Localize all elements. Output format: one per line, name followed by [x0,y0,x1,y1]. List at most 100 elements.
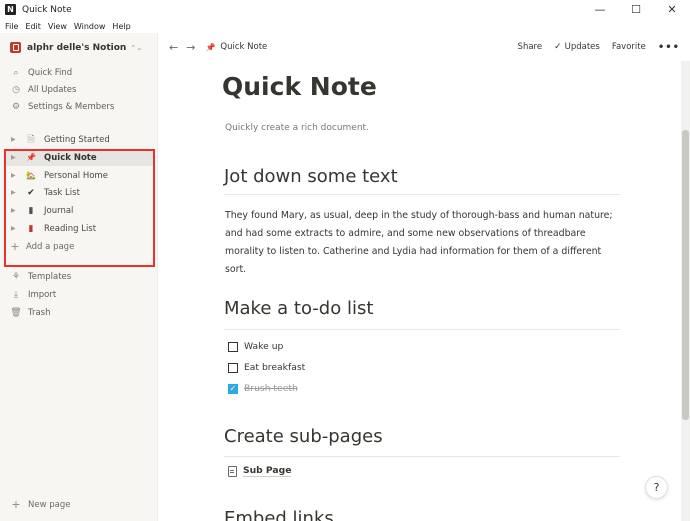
heading-subpages[interactable]: Create sub-pages [224,426,383,447]
trash-icon: 🗑 [10,308,22,318]
clock-icon: ◷ [12,85,20,95]
maximize-button[interactable]: ☐ [618,0,654,19]
todo-label[interactable]: Brush teeth [244,383,298,394]
page-icon [228,465,237,477]
sidebar-item-label: Quick Find [28,68,73,78]
menu-view[interactable]: View [48,22,67,31]
sidebar-page-journal[interactable]: ▶ ▮ Journal [4,202,154,219]
sidebar-page-getting-started[interactable]: ▶ 🗎 Getting Started [4,131,154,148]
heading-divider [224,329,620,330]
close-button[interactable]: ✕ [654,0,690,19]
sidebar: alphr delle's Notion ⌃⌄ ⌕ Quick Find ◷ A… [0,33,158,521]
subpage-link[interactable]: Sub Page [228,465,292,477]
expand-triangle-icon[interactable]: ▶ [11,154,19,161]
sidebar-item-all-updates[interactable]: ◷ All Updates [10,82,76,98]
sidebar-item-settings[interactable]: ⚙ Settings & Members [10,99,114,115]
todo-checkbox[interactable] [228,362,238,373]
sidebar-page-reading-list[interactable]: ▶ ▮ Reading List [4,220,154,237]
breadcrumb[interactable]: Quick Note [220,42,267,52]
sidebar-page-label: Task List [44,187,80,198]
page-title[interactable]: Quick Note [222,72,377,101]
sidebar-item-templates[interactable]: ⚘ Templates [10,269,71,285]
favorite-button[interactable]: Favorite [612,42,646,52]
menu-help[interactable]: Help [112,22,130,31]
search-icon: ⌕ [13,68,19,78]
plus-icon: + [10,240,20,253]
expand-triangle-icon[interactable]: ▶ [11,172,19,179]
todo-item-wake-up: Wake up [228,341,283,352]
sidebar-page-label: Journal [44,205,74,216]
sidebar-item-trash[interactable]: 🗑 Trash [10,305,50,321]
workspace-switcher[interactable]: alphr delle's Notion ⌃⌄ [10,42,142,53]
templates-icon: ⚘ [11,272,21,282]
checkmark-icon: ✔ [27,187,35,198]
notion-app-icon: N [5,4,16,15]
sidebar-item-import[interactable]: ⤓ Import [10,287,56,303]
pushpin-icon: 📌 [26,153,36,162]
sidebar-item-label: Trash [28,308,51,318]
window-title: Quick Note [22,4,72,15]
topbar-actions: Share ✓ Updates Favorite ••• [518,33,690,61]
sidebar-item-label: All Updates [28,85,77,95]
scrollbar-thumb[interactable] [682,130,689,420]
window-title-bar: N Quick Note — ☐ ✕ [0,0,690,19]
plus-icon: + [11,498,21,511]
todo-checkbox[interactable] [228,341,238,352]
pushpin-icon: 📌 [205,42,216,52]
sidebar-item-label: Templates [28,272,72,282]
page-topbar: ← → 📌 Quick Note Share ✓ Updates Favorit… [158,33,690,61]
expand-triangle-icon[interactable]: ▶ [11,207,19,214]
sidebar-page-quick-note[interactable]: ▶ 📌 Quick Note [4,149,154,166]
sidebar-page-label: Quick Note [44,152,97,163]
back-arrow-icon[interactable]: ← [169,41,178,54]
page-subtitle[interactable]: Quickly create a rich document. [225,123,369,133]
sidebar-add-page[interactable]: + Add a page [4,238,154,255]
sidebar-page-label: Reading List [44,223,97,234]
sidebar-page-label: Getting Started [44,134,110,145]
sidebar-item-label: Settings & Members [28,102,115,112]
sidebar-item-quick-find[interactable]: ⌕ Quick Find [10,65,72,81]
import-icon: ⤓ [14,290,18,300]
heading-todo[interactable]: Make a to-do list [224,298,373,319]
share-button[interactable]: Share [518,42,543,52]
heading-jot-text[interactable]: Jot down some text [224,166,398,187]
todo-item-eat-breakfast: Eat breakfast [228,362,305,373]
menu-file[interactable]: File [5,22,18,31]
heading-divider [224,456,620,457]
todo-label[interactable]: Wake up [244,341,283,352]
gear-icon: ⚙ [11,102,21,112]
updates-label: Updates [564,42,600,52]
page-icon: 🗎 [27,134,35,145]
help-button[interactable]: ? [645,476,668,499]
sidebar-page-task-list[interactable]: ▶ ✔ Task List [4,184,154,201]
menu-window[interactable]: Window [74,22,106,31]
sidebar-item-label: Import [28,290,57,300]
more-options-icon[interactable]: ••• [658,42,680,53]
sidebar-page-personal-home[interactable]: ▶ 🏡 Personal Home [4,167,154,184]
updates-button[interactable]: ✓ Updates [554,42,600,52]
todo-label[interactable]: Eat breakfast [244,362,305,373]
journal-icon: ▮ [28,205,34,216]
workspace-name: alphr delle's Notion [27,42,127,53]
todo-checkbox-checked[interactable]: ✓ [228,383,238,394]
expand-triangle-icon[interactable]: ▶ [11,189,19,196]
checkmark-icon: ✓ [554,42,562,52]
book-icon: ▮ [28,223,34,234]
house-icon: 🏡 [26,171,36,180]
new-page-button[interactable]: + New page [10,498,70,511]
expand-triangle-icon[interactable]: ▶ [11,225,19,232]
expand-triangle-icon[interactable]: ▶ [11,136,19,143]
todo-item-brush-teeth: ✓ Brush teeth [228,383,298,394]
heading-divider [224,194,620,195]
minimize-button[interactable]: — [582,0,618,19]
menu-edit[interactable]: Edit [25,22,41,31]
forward-arrow-icon[interactable]: → [186,41,195,54]
menu-bar: File Edit View Window Help [0,19,690,33]
new-page-label: New page [28,499,71,510]
workspace-icon [10,42,21,53]
subpage-label: Sub Page [243,465,292,477]
text-paragraph[interactable]: They found Mary, as usual, deep in the s… [225,207,625,279]
window-controls: — ☐ ✕ [582,0,690,19]
sidebar-page-label: Personal Home [44,170,108,181]
heading-embed-links[interactable]: Embed links [224,508,334,521]
